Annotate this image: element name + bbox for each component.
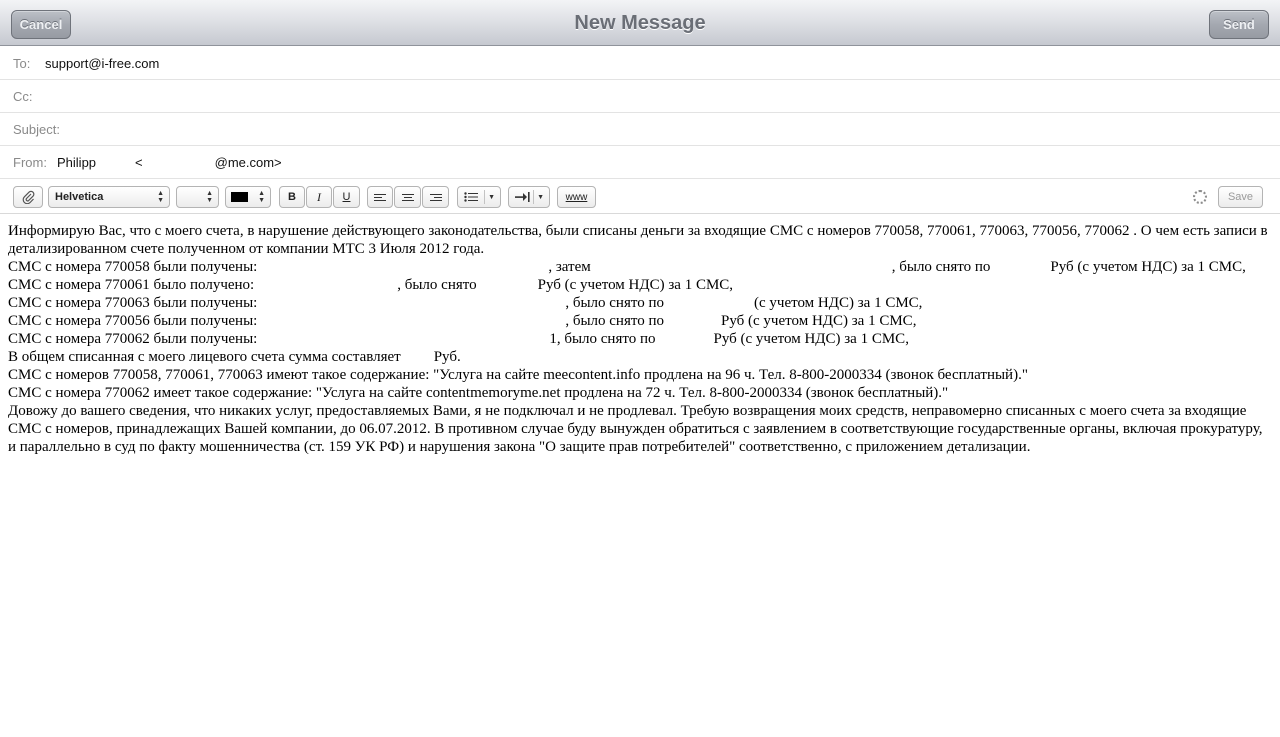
format-toolbar: Helvetica ▲ ▼ ▲ ▼ ▲ ▼ B I U ▼ ▼ www Save: [0, 180, 1280, 214]
from-value[interactable]: Philipp < @me.com>: [57, 155, 282, 170]
align-center-icon: [401, 192, 414, 203]
indent-button[interactable]: ▼: [508, 186, 550, 208]
color-swatch: [231, 192, 248, 202]
align-center-button[interactable]: [394, 186, 421, 208]
updown-icon: ▲ ▼: [258, 190, 265, 204]
loading-spinner-icon: [1193, 190, 1207, 204]
message-body[interactable]: Информирую Вас, что с моего счета, в нар…: [8, 222, 1270, 456]
bold-button[interactable]: B: [279, 186, 305, 208]
title-bar: Cancel New Message Send: [0, 0, 1280, 46]
font-size-select[interactable]: ▲ ▼: [176, 186, 219, 208]
subject-field[interactable]: Subject:: [0, 113, 1280, 146]
font-select-value: Helvetica: [55, 191, 104, 203]
subject-label: Subject:: [13, 122, 60, 137]
body-paragraph: СМС с номера 770062 были получены: 1, был…: [8, 331, 909, 347]
paperclip-icon: [22, 190, 34, 204]
indent-icon: [515, 192, 530, 202]
bullet-list-icon: [464, 192, 478, 202]
updown-icon: ▲ ▼: [206, 190, 213, 204]
font-select[interactable]: Helvetica ▲ ▼: [48, 186, 170, 208]
text-color-select[interactable]: ▲ ▼: [225, 186, 271, 208]
chevron-down-icon: ▼: [488, 194, 495, 201]
underline-button[interactable]: U: [333, 186, 360, 208]
window-title: New Message: [574, 12, 706, 34]
align-left-icon: [374, 192, 386, 203]
body-paragraph: СМС с номера 770061 было получено:, было…: [8, 277, 734, 293]
body-paragraph: СМС с номера 770063 были получены:, было…: [8, 295, 923, 311]
body-paragraph: В общем списанная с моего лицевого счета…: [8, 349, 461, 365]
attach-button[interactable]: [13, 186, 43, 208]
cc-field[interactable]: Cc:: [0, 80, 1280, 113]
to-field[interactable]: To: support@i-free.com: [0, 47, 1280, 80]
insert-link-button[interactable]: www: [557, 186, 596, 208]
save-button[interactable]: Save: [1218, 186, 1263, 208]
body-paragraph: СМС с номера 770058 были получены:, зате…: [8, 259, 1246, 275]
from-domain: @me.com>: [214, 155, 282, 170]
updown-icon: ▲ ▼: [157, 190, 164, 204]
body-paragraph: СМС с номеров 770058, 770061, 770063 име…: [8, 367, 1028, 383]
body-paragraph: СМС с номера 770062 имеет такое содержан…: [8, 385, 949, 401]
italic-button[interactable]: I: [306, 186, 332, 208]
to-label: To:: [13, 56, 31, 71]
chevron-down-icon: ▼: [537, 194, 544, 201]
body-paragraph: СМС с номера 770056 были получены:, было…: [8, 313, 917, 329]
cc-label: Cc:: [13, 89, 33, 104]
list-button[interactable]: ▼: [457, 186, 501, 208]
from-name: Philipp: [57, 155, 97, 170]
align-right-button[interactable]: [422, 186, 449, 208]
align-left-button[interactable]: [367, 186, 393, 208]
from-label: From:: [13, 155, 47, 170]
body-paragraph: Довожу до вашего сведения, что никаких у…: [8, 403, 1263, 455]
from-field[interactable]: From: Philipp < @me.com>: [0, 146, 1280, 179]
to-value[interactable]: support@i-free.com: [45, 56, 159, 71]
send-button[interactable]: Send: [1209, 10, 1269, 39]
from-open-bracket: <: [135, 155, 143, 170]
body-paragraph: Информирую Вас, что с моего счета, в нар…: [8, 223, 1268, 257]
align-right-icon: [429, 192, 442, 203]
